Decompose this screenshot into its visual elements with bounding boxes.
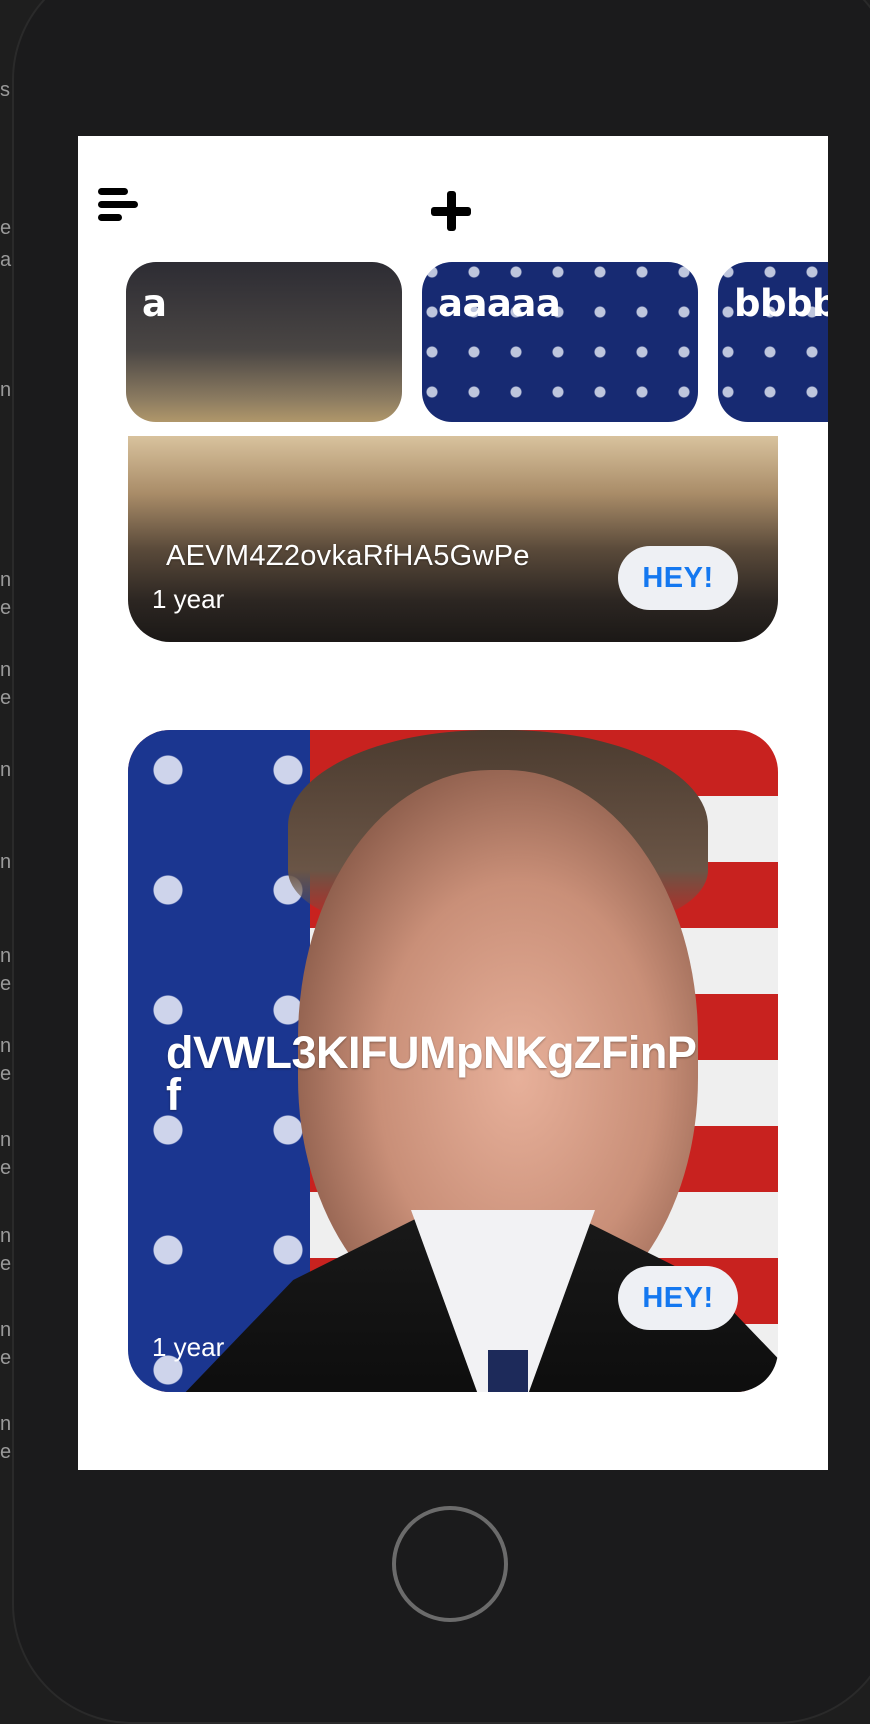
story-label: aaaaa <box>438 282 561 325</box>
feed-card-age: 1 year <box>152 1332 225 1362</box>
hamburger-menu-icon[interactable] <box>98 188 140 222</box>
feed-card-title: dVWL3KIFUMpNKgZFinPf <box>166 1027 697 1120</box>
plus-icon[interactable] <box>431 191 473 233</box>
phone-frame: a aaaaa bbbb AEVM4Z2ovkaRfHA5GwPe 1 year… <box>12 0 870 1724</box>
feed-card-age: 1 year <box>152 584 225 614</box>
story-card[interactable]: aaaaa <box>422 262 698 422</box>
portrait-tie <box>488 1350 528 1392</box>
feed-card[interactable]: AEVM4Z2ovkaRfHA5GwPe 1 year HEY! <box>128 436 778 642</box>
story-card[interactable]: a <box>126 262 402 422</box>
story-label: bbbb <box>734 282 828 325</box>
home-button[interactable] <box>392 1506 508 1622</box>
feed-card-title: AEVM4Z2ovkaRfHA5GwPe <box>166 540 530 572</box>
feed-card-image <box>128 436 778 642</box>
story-card[interactable]: bbbb <box>718 262 828 422</box>
app-screen: a aaaaa bbbb AEVM4Z2ovkaRfHA5GwPe 1 year… <box>78 136 828 1470</box>
story-label: a <box>142 282 167 325</box>
hey-button[interactable]: HEY! <box>618 546 738 610</box>
hey-button[interactable]: HEY! <box>618 1266 738 1330</box>
feed-card[interactable]: dVWL3KIFUMpNKgZFinPf 1 year HEY! <box>128 730 778 1392</box>
stories-row: a aaaaa bbbb <box>126 262 828 422</box>
